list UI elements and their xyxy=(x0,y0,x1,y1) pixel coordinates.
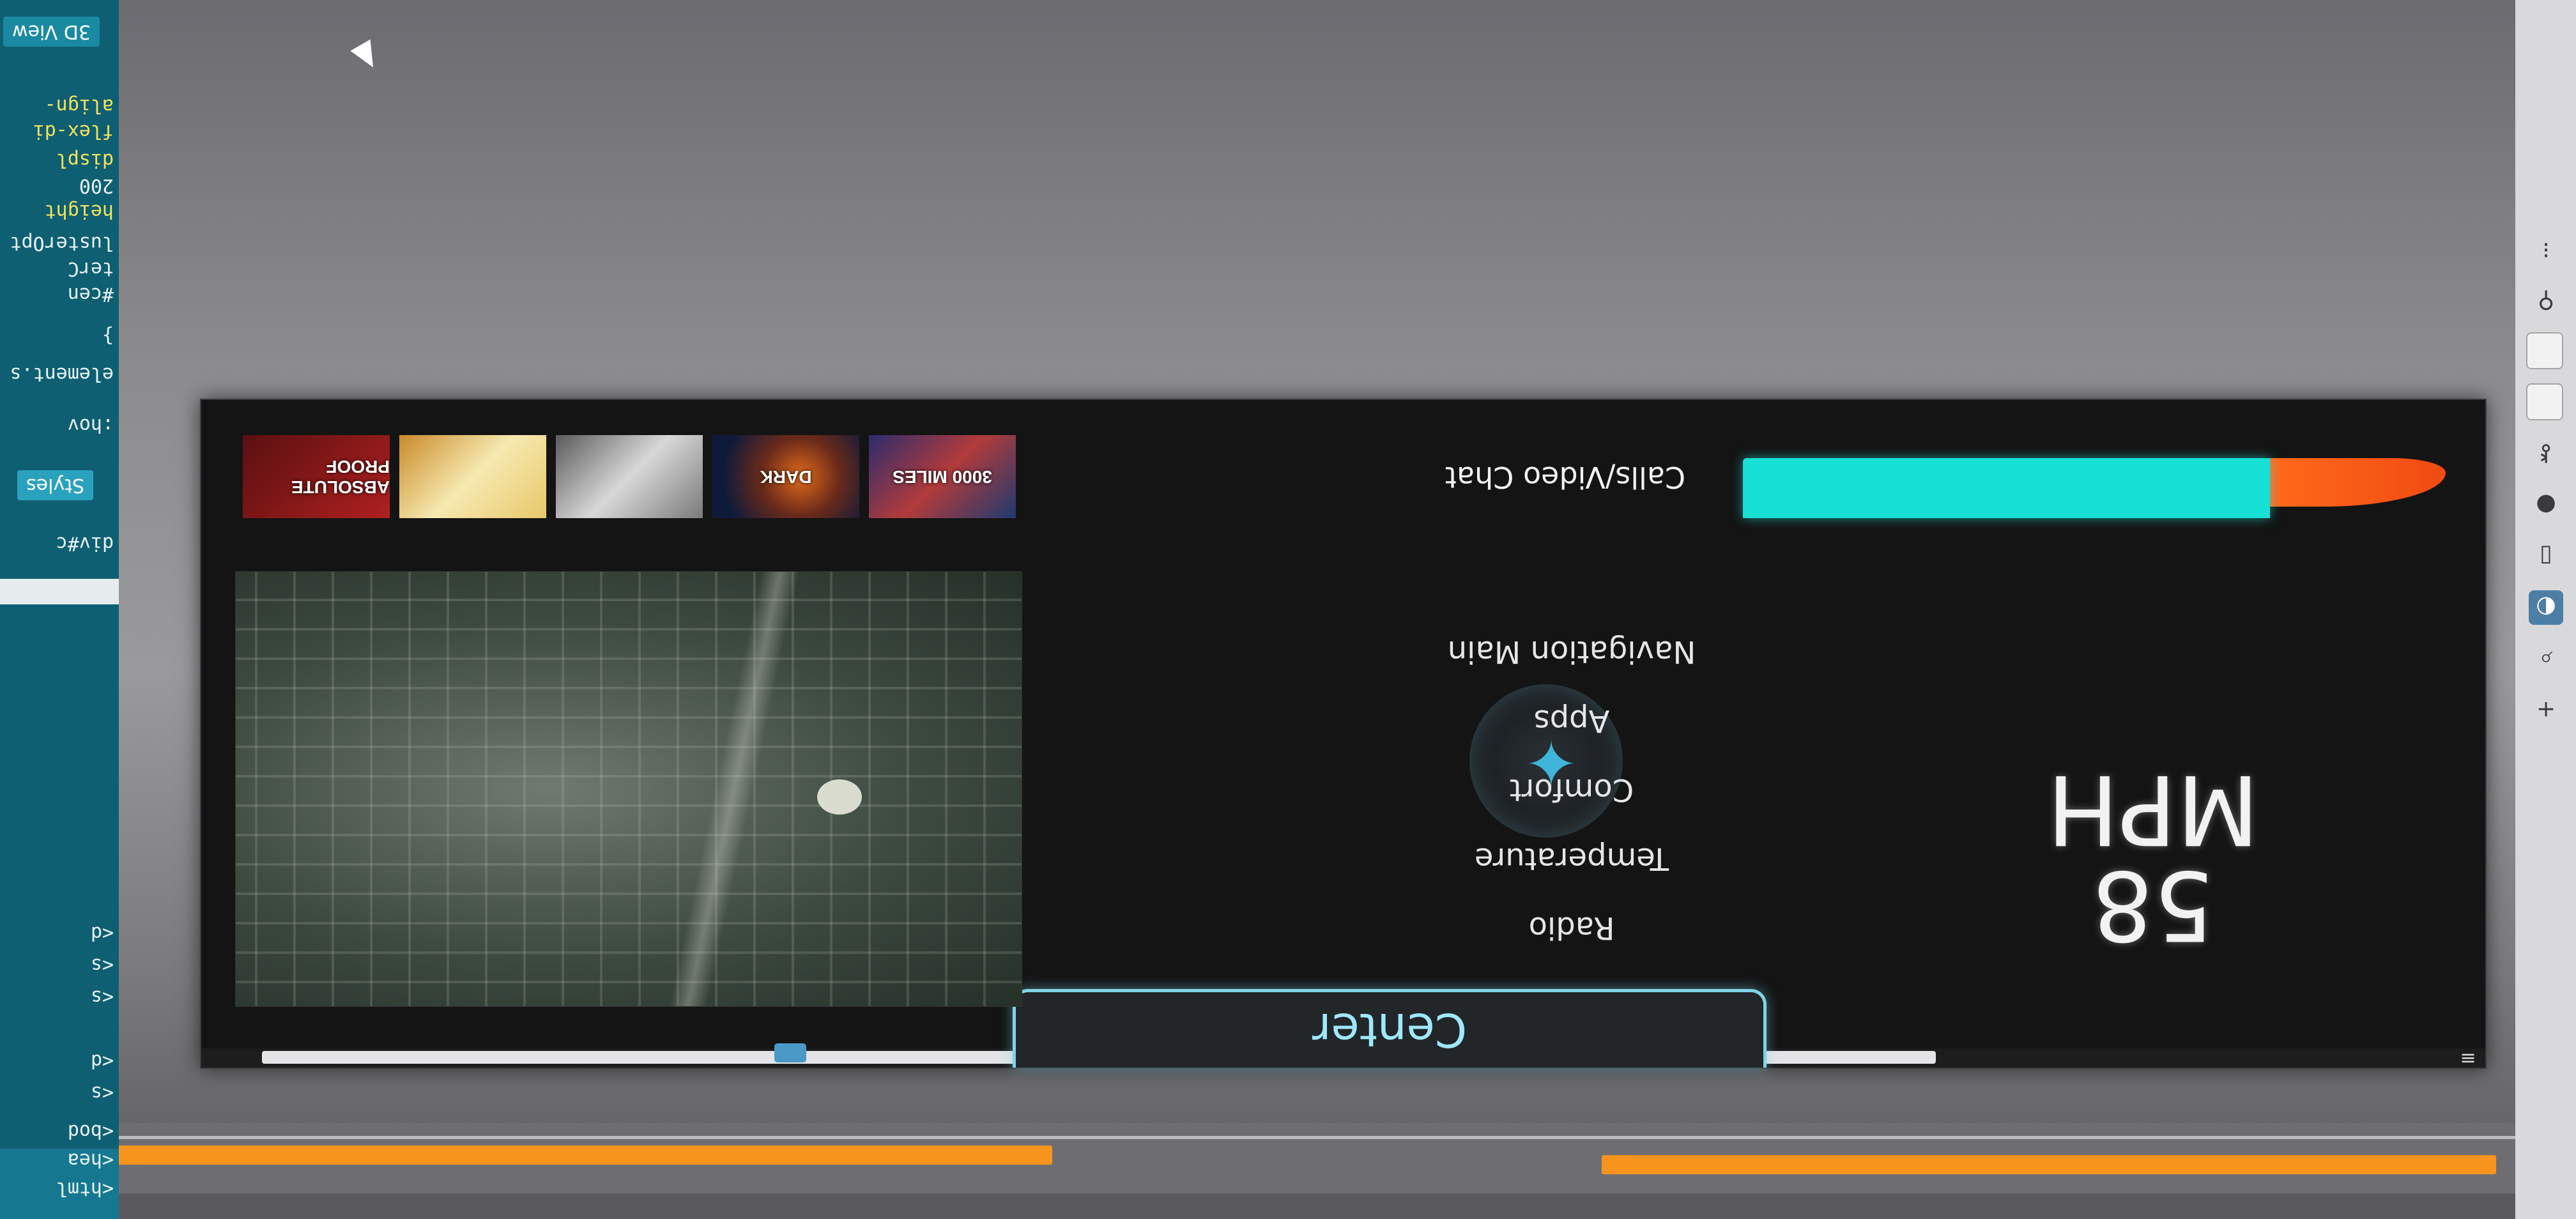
scroll-thumb[interactable] xyxy=(774,1043,806,1062)
center-menu: Radio Temperature Comfort Apps Navigatio… xyxy=(1425,617,1719,962)
timeline-ruler xyxy=(119,1193,2515,1219)
media-card[interactable]: 3000 MILES xyxy=(869,435,1016,518)
key-icon[interactable]: ⚷ xyxy=(2529,437,2563,471)
styles-tab[interactable]: Styles xyxy=(17,470,93,500)
hov-filter[interactable]: :hov xyxy=(68,414,114,436)
menu-item-apps[interactable]: Apps xyxy=(1425,686,1719,755)
dom-line[interactable]: <bod xyxy=(68,1120,114,1142)
progress-orange-segment xyxy=(2270,458,2446,507)
dots-icon[interactable]: ⁝ xyxy=(2529,233,2563,267)
css-line: lusterOpt xyxy=(10,232,114,254)
menu-item-temperature[interactable]: Temperature xyxy=(1425,824,1719,893)
record-icon[interactable]: ● xyxy=(2529,488,2563,523)
monitor-screen: + ⌕ ◐ ▯ ● ⚷ ⚲ ⁝ ≡ 58 MPH Center ✦ Radio … xyxy=(0,0,2576,1219)
speaker-icon[interactable]: ◐ xyxy=(2529,590,2563,625)
media-card[interactable] xyxy=(399,435,546,518)
menu-item-navigation[interactable]: Navigation Main xyxy=(1425,617,1719,686)
panel-icon[interactable] xyxy=(2526,383,2563,420)
speedometer: 58 MPH xyxy=(2006,753,2300,960)
media-card[interactable]: ABSOLUTE PROOF xyxy=(243,435,390,518)
selected-node[interactable]: div#c xyxy=(56,532,114,555)
dom-line[interactable]: <hea xyxy=(68,1149,114,1171)
dom-line[interactable]: <s xyxy=(91,1082,114,1104)
progress-bar xyxy=(1743,457,2446,518)
center-tab[interactable]: Center xyxy=(1013,989,1767,1068)
timeline-clip[interactable] xyxy=(75,1146,1052,1165)
menu-item-comfort[interactable]: Comfort xyxy=(1425,755,1719,824)
devtools-divider xyxy=(0,579,119,604)
panel-icon-2[interactable] xyxy=(2526,332,2563,369)
css-line: #cen xyxy=(67,283,114,305)
link-icon[interactable]: ⚲ xyxy=(2529,284,2563,318)
map-river xyxy=(668,572,800,1006)
css-line: height xyxy=(44,200,114,222)
css-line: terC xyxy=(67,257,114,280)
devtools-panel: 3D View Styles :hov div#c element.s } #c… xyxy=(0,0,119,1219)
progress-cyan-segment xyxy=(1743,458,2270,518)
device-icon[interactable]: ▯ xyxy=(2529,539,2563,574)
rotated-view: + ⌕ ◐ ▯ ● ⚷ ⚲ ⁝ ≡ 58 MPH Center ✦ Radio … xyxy=(0,0,2576,1219)
css-line: align- xyxy=(44,95,114,117)
css-line: displ xyxy=(56,149,114,171)
search-icon[interactable]: ⌕ xyxy=(2529,641,2563,676)
3d-view-button[interactable]: 3D View xyxy=(3,17,100,47)
media-card[interactable]: DARK xyxy=(712,435,859,518)
center-tab-label: Center xyxy=(1312,1003,1468,1057)
dashboard-app: ≡ 58 MPH Center ✦ Radio Temperature Comf… xyxy=(200,399,2487,1070)
css-line: element.s xyxy=(10,363,114,385)
map-stadium xyxy=(817,779,862,815)
plus-icon[interactable]: + xyxy=(2529,693,2563,727)
menu-item-calls[interactable]: Calls/Video Chat xyxy=(1374,460,1757,494)
css-line: flex-di xyxy=(33,120,114,142)
speed-value: 58 xyxy=(2092,849,2214,960)
timeline-divider xyxy=(119,1136,2515,1139)
dom-line[interactable]: <html xyxy=(56,1177,114,1200)
timeline-clip[interactable] xyxy=(1602,1155,2496,1174)
speed-unit: MPH xyxy=(2046,753,2260,864)
menu-icon[interactable]: ≡ xyxy=(2457,1047,2479,1070)
dom-line[interactable]: <s xyxy=(91,954,114,976)
css-line: 200 xyxy=(79,174,114,197)
side-toolbar: + ⌕ ◐ ▯ ● ⚷ ⚲ ⁝ xyxy=(2515,0,2576,1219)
dom-line[interactable]: <s xyxy=(91,986,114,1008)
menu-item-radio[interactable]: Radio xyxy=(1425,893,1719,962)
css-line: } xyxy=(102,325,114,347)
timeline-bar xyxy=(75,1123,2515,1219)
dom-line[interactable]: <d xyxy=(91,922,114,944)
satellite-map[interactable] xyxy=(235,571,1022,1007)
media-card[interactable] xyxy=(556,435,703,518)
dom-line[interactable]: <d xyxy=(91,1050,114,1072)
cursor-icon xyxy=(350,39,383,73)
